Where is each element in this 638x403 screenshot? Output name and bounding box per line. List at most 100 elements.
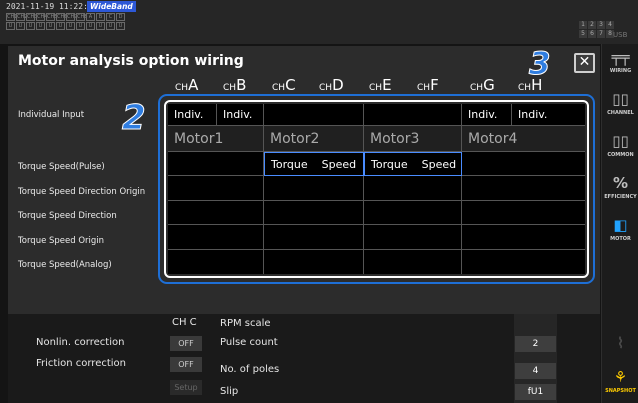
cell-m1-pulse[interactable] <box>168 152 264 176</box>
channel-indicator: CH2 <box>16 13 28 21</box>
m3-torque-label: Torque <box>371 157 408 171</box>
cell-indiv-b[interactable]: Indiv. <box>217 104 264 126</box>
channel-header-d: CHD <box>319 76 344 94</box>
motor3-header: Motor3 <box>364 126 462 152</box>
nonlin-correction-label: Nonlin. correction <box>36 337 125 348</box>
timestamp: 2021-11-19 11:22:03 <box>6 2 98 11</box>
cell-indiv-cd[interactable] <box>264 104 364 126</box>
channel-header-h: CHH <box>518 76 543 94</box>
common-icon: ▯▯ <box>612 132 629 150</box>
side-snapshot-button[interactable]: ⚘ SNAPSHOT <box>604 366 637 403</box>
rpm-scale-label: RPM scale <box>220 318 271 329</box>
side-efficiency-button[interactable]: % EFFICIENCY <box>604 172 637 212</box>
page-number: 7 <box>597 30 605 38</box>
side-wiring-button[interactable]: ╤╤ WIRING <box>604 46 637 86</box>
page-number: 3 <box>597 21 605 29</box>
side-channel-label: CHANNEL <box>607 110 634 116</box>
side-efficiency-label: EFFICIENCY <box>604 194 637 200</box>
cell-m3-origin[interactable] <box>364 225 462 250</box>
cell-m3-pulse[interactable]: Torque Speed <box>364 152 462 176</box>
cell-indiv-h[interactable]: Indiv. <box>512 104 585 126</box>
row-label-analog: Torque Speed(Analog) <box>18 260 112 270</box>
nonlin-correction-toggle[interactable]: OFF <box>170 336 202 351</box>
cell-m1-dir-origin[interactable] <box>168 176 264 201</box>
cell-m3-dir[interactable] <box>364 201 462 225</box>
side-motor-label: MOTOR <box>610 236 631 242</box>
channel-indicator: CH3 <box>26 13 38 21</box>
poles-label: No. of poles <box>220 364 280 375</box>
snapshot-icon: ⚘ <box>613 368 628 386</box>
cell-m4-dir[interactable] <box>462 201 585 225</box>
page-number: 5 <box>579 30 587 38</box>
dialog-title: Motor analysis option wiring <box>18 53 244 69</box>
channel-header-c: CHC <box>272 76 296 94</box>
channel-unit: U <box>16 22 25 30</box>
channel-indicator: A <box>86 13 95 21</box>
friction-correction-toggle[interactable]: OFF <box>170 357 202 372</box>
wiring-table-frame: Indiv. Indiv. Indiv. Indiv. Motor1 Motor… <box>158 94 595 284</box>
side-snapshot-label: SNAPSHOT <box>605 388 636 394</box>
cell-m4-dir-origin[interactable] <box>462 176 585 201</box>
slip-label: Slip <box>220 386 239 397</box>
channel-unit: U <box>36 22 45 30</box>
row-label-individual: Individual Input <box>18 110 85 120</box>
friction-correction-label: Friction correction <box>36 358 126 369</box>
channel-indicator: CH1 <box>6 13 18 21</box>
channel-unit: U <box>96 22 105 30</box>
motor4-header: Motor4 <box>462 126 585 152</box>
cell-m4-pulse[interactable] <box>462 152 585 176</box>
page-number: 1 <box>579 21 587 29</box>
cell-m1-dir[interactable] <box>168 201 264 225</box>
channel-indicator: CH4 <box>36 13 48 21</box>
channel-indicator-row: CH1 CH2 CH3 CH4 CH5 CH6 CH7 CH8 A B C D <box>6 13 125 21</box>
close-button[interactable]: ✕ <box>574 53 595 73</box>
channel-unit: U <box>76 22 85 30</box>
channel-unit: U <box>6 22 15 30</box>
poles-value[interactable]: 4 <box>515 363 556 379</box>
side-common-button[interactable]: ▯▯ COMMON <box>604 130 637 170</box>
setup-button[interactable]: Setup <box>170 380 202 395</box>
page-number: 6 <box>588 30 596 38</box>
cell-m4-origin[interactable] <box>462 225 585 250</box>
side-motor-button[interactable]: ◧ MOTOR <box>604 214 637 254</box>
slip-value[interactable]: fU1 <box>515 384 556 400</box>
side-channel-button[interactable]: ▯▯ CHANNEL <box>604 88 637 128</box>
wiring-table: Indiv. Indiv. Indiv. Indiv. Motor1 Motor… <box>168 104 585 274</box>
channel-indicator: CH7 <box>66 13 78 21</box>
channel-indicator: CH5 <box>46 13 58 21</box>
cell-m2-dir[interactable] <box>264 201 364 225</box>
channel-header-f: CHF <box>417 76 439 94</box>
wideband-badge: WideBand <box>87 1 136 12</box>
side-wiring-label: WIRING <box>609 68 632 74</box>
screen: 2021-11-19 11:22:03 WideBand CH1 CH2 CH3 CH… <box>0 0 638 403</box>
cell-indiv-ef[interactable] <box>364 104 462 126</box>
motor1-header: Motor1 <box>168 126 264 152</box>
cell-m2-pulse[interactable]: Torque Speed <box>264 152 364 176</box>
page-number: 2 <box>588 21 596 29</box>
channel-indicator: C <box>106 13 115 21</box>
cell-m3-analog[interactable] <box>364 250 462 274</box>
page-number: 4 <box>606 21 614 29</box>
pulse-count-value[interactable]: 2 <box>515 336 556 352</box>
channel-unit: U <box>106 22 115 30</box>
cell-m3-dir-origin[interactable] <box>364 176 462 201</box>
cell-m2-dir-origin[interactable] <box>264 176 364 201</box>
cell-m2-origin[interactable] <box>264 225 364 250</box>
cell-m4-analog[interactable] <box>462 250 585 274</box>
dim-icon: ⌇ <box>616 334 625 352</box>
motor-settings-panel: CH C RPM scale Nonlin. correction OFF Pu… <box>8 314 600 403</box>
row-label-direction: Torque Speed Direction <box>18 211 117 221</box>
channel-unit: U <box>86 22 95 30</box>
efficiency-icon: % <box>612 174 629 192</box>
cell-indiv-a[interactable]: Indiv. <box>168 104 217 126</box>
row-label-torque-speed-pulse: Torque Speed(Pulse) <box>18 162 105 172</box>
channel-header-e: CHE <box>369 76 392 94</box>
cell-indiv-g[interactable]: Indiv. <box>462 104 512 126</box>
status-bar: 2021-11-19 11:22:03 WideBand CH1 CH2 CH3 CH… <box>0 0 638 44</box>
cell-m1-analog[interactable] <box>168 250 264 274</box>
channel-unit-row: UUUUUUUUUUUU <box>6 22 125 30</box>
cell-m2-analog[interactable] <box>264 250 364 274</box>
pulse-count-label: Pulse count <box>220 337 278 348</box>
cell-m1-origin[interactable] <box>168 225 264 250</box>
m2-speed-label: Speed <box>321 157 357 171</box>
